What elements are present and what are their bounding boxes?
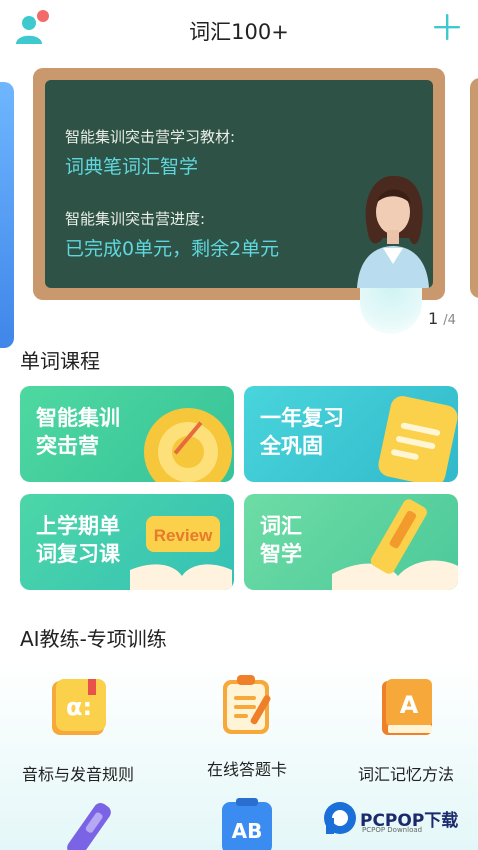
pen-book-icon xyxy=(332,499,458,590)
course-card-annual-review[interactable]: 一年复习 全巩固 xyxy=(244,386,458,482)
course-card-title: 智能集训 突击营 xyxy=(36,406,120,458)
tool-vocabulary-memory[interactable]: A 词汇记忆方法 xyxy=(331,677,478,785)
carousel-pager: 1 /4 xyxy=(428,309,456,328)
course-card-title: 一年复习 全巩固 xyxy=(260,406,344,458)
material-value: 词典笔词汇智学 xyxy=(65,156,199,178)
tool-phonetics[interactable]: α: 音标与发音规则 xyxy=(3,677,153,785)
svg-text:α:: α: xyxy=(66,693,92,721)
teacher-avatar xyxy=(357,175,429,288)
target-icon xyxy=(144,408,232,482)
svg-text:AB: AB xyxy=(232,819,263,843)
review-book-icon: Review xyxy=(130,516,232,590)
tool-label: 在线答题卡 xyxy=(206,760,287,779)
slide-glow xyxy=(360,288,422,334)
plus-icon[interactable] xyxy=(432,12,462,42)
progress-label: 智能集训突击营进度: xyxy=(65,210,206,228)
tool-answer-sheet[interactable]: 在线答题卡 xyxy=(172,672,322,780)
ab-card-icon[interactable]: AB xyxy=(218,798,276,850)
material-label: 智能集训突击营学习教材: xyxy=(65,128,236,146)
svg-text:A: A xyxy=(400,691,419,719)
tool-label: 词汇记忆方法 xyxy=(357,765,454,784)
course-card-smart-vocabulary[interactable]: 词汇 智学 xyxy=(244,494,458,590)
vocabulary-book-icon: A xyxy=(382,679,432,735)
next-slide[interactable] xyxy=(470,78,478,298)
previous-slide[interactable] xyxy=(0,82,14,348)
chalkboard-banner[interactable]: 智能集训突击营学习教材: 词典笔词汇智学 智能集训突击营进度: 已完成0单元，剩… xyxy=(33,68,445,300)
pager-current: 1 xyxy=(428,309,439,328)
phonetic-book-icon: α: xyxy=(52,679,106,735)
notes-icon xyxy=(378,396,458,482)
watermark: PCPOP下载 PCPOP Download xyxy=(322,798,472,838)
watermark-logo-icon xyxy=(324,802,356,834)
pen-tool-icon[interactable] xyxy=(62,800,112,850)
answer-sheet-icon xyxy=(223,675,271,734)
review-badge-text: Review xyxy=(154,526,213,545)
course-card-title: 词汇 智学 xyxy=(260,514,302,566)
watermark-subtext: PCPOP Download xyxy=(362,826,423,834)
course-card-title: 上学期单 词复习课 xyxy=(36,514,120,566)
progress-value: 已完成0单元，剩余2单元 xyxy=(65,238,280,260)
banner-carousel[interactable]: 智能集训突击营学习教材: 词典笔词汇智学 智能集训突击营进度: 已完成0单元，剩… xyxy=(0,66,478,348)
course-card-semester-review[interactable]: 上学期单 词复习课 Review xyxy=(20,494,234,590)
top-bar: 词汇100+ xyxy=(0,0,478,58)
page-title: 词汇100+ xyxy=(189,20,289,44)
courses-section-title: 单词课程 xyxy=(20,349,100,373)
ai-section-title: AI教练-专项训练 xyxy=(20,627,167,651)
pager-total: /4 xyxy=(443,313,456,328)
course-card-intensive-camp[interactable]: 智能集训 突击营 xyxy=(20,386,234,482)
tool-label: 音标与发音规则 xyxy=(21,765,134,784)
